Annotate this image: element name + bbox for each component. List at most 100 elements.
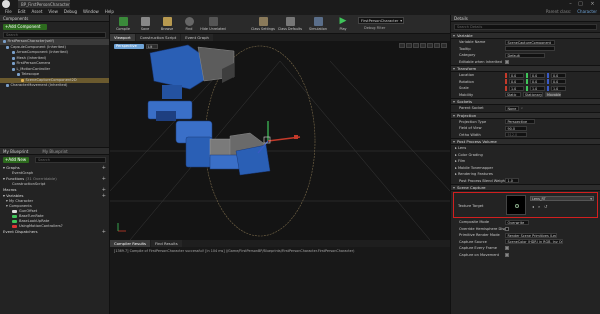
texture-target-select[interactable]: Lens_RT ▾ xyxy=(530,196,594,201)
document-tab[interactable]: BP_FirstPersonCharacter xyxy=(18,0,70,8)
variable-section-header[interactable]: ▾ Variable xyxy=(451,32,600,39)
minimize-icon[interactable]: – xyxy=(566,0,575,8)
menu-file[interactable]: File xyxy=(5,9,12,14)
variable-type-icon xyxy=(12,220,17,223)
hide-unrelated-button[interactable]: Hide Unrelated xyxy=(200,16,226,34)
rotate-icon[interactable] xyxy=(406,43,412,48)
camera-speed-icon[interactable] xyxy=(441,43,447,48)
scale-x-field[interactable]: 1.0 xyxy=(509,85,524,91)
blend-weight-field[interactable]: 1.0 xyxy=(505,178,519,184)
fov-field[interactable]: 90.0 xyxy=(505,125,527,131)
transform-section-header[interactable]: ▾ Transform xyxy=(451,65,600,72)
parent-socket-field[interactable]: None xyxy=(505,105,519,111)
scale-z-field[interactable]: 1.0 xyxy=(551,85,566,91)
details-search-input[interactable]: Search Details xyxy=(454,24,597,30)
variable-name-field[interactable]: SceneCaptureComponent xyxy=(505,39,555,45)
browse-button[interactable]: Browse xyxy=(156,16,178,34)
add-new-button[interactable]: +Add New xyxy=(3,157,29,163)
close-icon[interactable]: × xyxy=(588,0,597,8)
tab-my-blueprint-2[interactable]: My Blueprint xyxy=(42,149,67,154)
compiler-results-panel: [1369.7] Compile of FirstPersonCharacter… xyxy=(110,247,450,314)
capture-every-frame-checkbox[interactable] xyxy=(505,246,509,251)
maximize-icon[interactable]: □ xyxy=(576,0,585,8)
browse-asset-icon[interactable]: ⌕ xyxy=(538,204,540,209)
mesh-icon xyxy=(12,56,15,60)
ortho-width-field[interactable]: 512.0 xyxy=(505,132,527,138)
add-graph-icon[interactable]: + xyxy=(102,165,106,171)
rotation-y-field[interactable]: 0.0 xyxy=(530,79,545,85)
menu-asset[interactable]: Asset xyxy=(31,9,42,14)
components-search-input[interactable]: Search xyxy=(3,32,106,38)
parent-class-value[interactable]: Character xyxy=(577,9,597,14)
menu-window[interactable]: Window xyxy=(83,9,99,14)
capture-on-movement-checkbox[interactable] xyxy=(505,252,509,257)
add-dispatcher-icon[interactable]: + xyxy=(102,229,106,235)
scene-capture-section-header[interactable]: ▾ Scene Capture xyxy=(451,184,600,191)
menu-bar: File Edit Asset View Debug Window Help P… xyxy=(0,8,600,15)
capture-on-movement-row: Capture on Movement xyxy=(451,252,600,259)
tab-viewport[interactable]: Viewport xyxy=(110,34,135,41)
scale-icon[interactable] xyxy=(413,43,419,48)
post-process-section-header[interactable]: ▾ Post Process Volume xyxy=(451,138,600,145)
scale-y-field[interactable]: 1.0 xyxy=(530,85,545,91)
tab-event-graph[interactable]: Event Graph xyxy=(181,34,213,41)
perspective-button[interactable]: Perspective xyxy=(114,44,144,49)
viewport[interactable]: Perspective Lit xyxy=(110,41,450,240)
compile-button[interactable]: Compile xyxy=(112,16,134,34)
editable-inherited-checkbox[interactable] xyxy=(505,59,509,64)
parent-socket-row: Parent Socket None ⌕ xyxy=(459,105,524,111)
rotation-x-field[interactable]: 0.0 xyxy=(509,79,524,85)
save-button[interactable]: Save xyxy=(134,16,156,34)
tab-compiler-results[interactable]: Compiler Results xyxy=(110,240,151,247)
menu-help[interactable]: Help xyxy=(105,9,114,14)
category-select[interactable]: Default xyxy=(505,52,545,58)
details-tab[interactable]: Details xyxy=(451,15,600,22)
override-hemisphere-checkbox[interactable] xyxy=(505,226,509,231)
texture-thumbnail[interactable] xyxy=(506,195,526,215)
location-y-field[interactable]: 0.0 xyxy=(530,72,545,78)
tooltip-field[interactable] xyxy=(505,46,555,52)
class-defaults-button[interactable]: Class Defaults xyxy=(277,16,303,34)
simulation-button[interactable]: Simulation xyxy=(306,16,330,34)
components-tab[interactable]: Components xyxy=(0,15,109,22)
projection-section-header[interactable]: ▾ Projection xyxy=(451,111,600,119)
sockets-section-header[interactable]: ▾ Sockets xyxy=(451,98,600,105)
composite-mode-select[interactable]: Overwrite xyxy=(505,219,529,225)
location-x-field[interactable]: 0.0 xyxy=(509,72,524,78)
reset-icon[interactable]: ↺ xyxy=(544,204,547,209)
menu-view[interactable]: View xyxy=(48,9,58,14)
view-mode-button[interactable]: Lit xyxy=(146,44,158,49)
world-icon[interactable] xyxy=(420,43,426,48)
mobility-movable[interactable]: Movable xyxy=(545,92,561,98)
scene-capture-icon xyxy=(21,78,24,82)
my-blueprint-tabs: My Blueprint My Blueprint xyxy=(0,148,109,155)
play-button[interactable]: ▶ Play xyxy=(332,16,354,34)
mobility-stationary[interactable]: Stationary xyxy=(523,92,543,98)
capture-source-select[interactable]: SceneColor (HDR) in RGB, Inv Opacity in … xyxy=(505,239,563,245)
add-function-icon[interactable]: + xyxy=(102,176,106,182)
snap-icon[interactable] xyxy=(427,43,433,48)
add-variable-icon[interactable]: + xyxy=(102,193,106,199)
menu-debug[interactable]: Debug xyxy=(64,9,77,14)
primitive-render-mode-select[interactable]: Render Scene Primitives (Legacy) xyxy=(505,232,557,238)
class-settings-button[interactable]: Class Settings xyxy=(250,16,276,34)
grid-icon[interactable] xyxy=(434,43,440,48)
blueprint-search-input[interactable]: Search xyxy=(35,157,106,163)
tab-my-blueprint[interactable]: My Blueprint xyxy=(3,149,28,154)
find-button[interactable]: Find xyxy=(178,16,200,34)
debug-filter-select[interactable]: FirstPersonCharacter ▾ xyxy=(358,17,404,24)
tree-item-movement[interactable]: CharacterMovement (Inherited) xyxy=(0,83,109,89)
mobility-static[interactable]: Static xyxy=(505,92,521,98)
tab-find-results[interactable]: Find Results xyxy=(151,240,182,247)
search-icon[interactable]: ⌕ xyxy=(521,106,523,110)
event-dispatchers-section[interactable]: Event Dispatchers + xyxy=(0,229,109,235)
add-component-button[interactable]: +Add Component xyxy=(3,24,47,30)
menu-edit[interactable]: Edit xyxy=(18,9,26,14)
rotation-z-field[interactable]: 0.0 xyxy=(551,79,566,85)
translate-icon[interactable] xyxy=(399,43,405,48)
details-panel: Details Search Details ▾ Variable Variabl… xyxy=(450,15,600,314)
tab-construction-script[interactable]: Construction Script xyxy=(135,34,181,41)
projection-type-select[interactable]: Perspective xyxy=(505,119,535,125)
location-z-field[interactable]: 0.0 xyxy=(551,72,566,78)
use-selected-icon[interactable]: ◂ xyxy=(532,204,534,209)
